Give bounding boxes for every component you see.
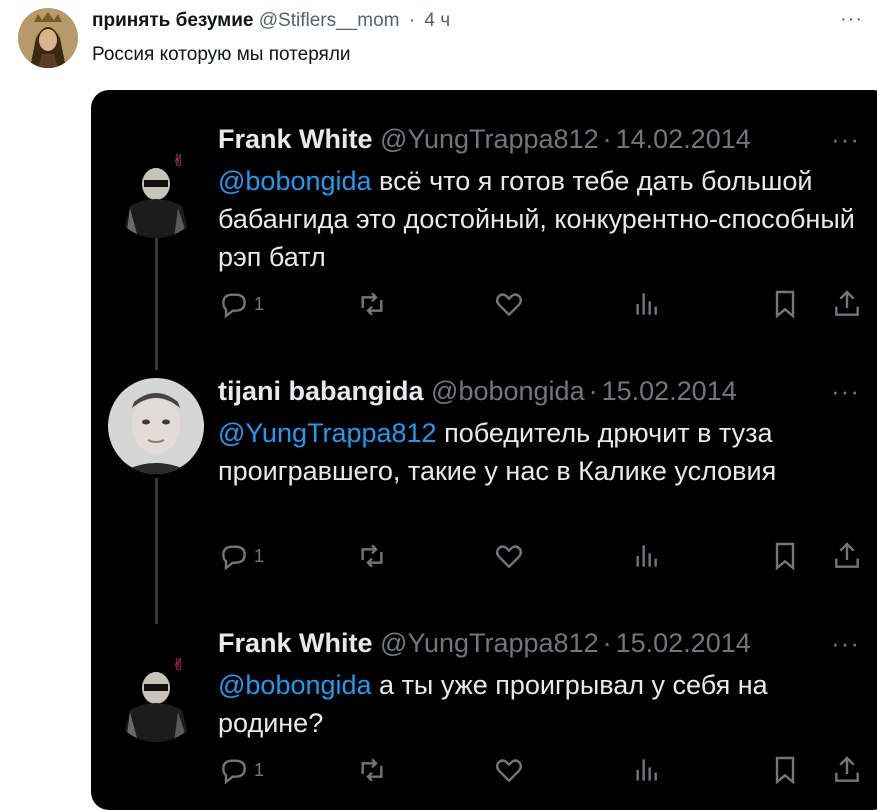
reply-button[interactable]: 1 [218, 536, 264, 576]
svg-text:✌: ✌ [172, 655, 185, 674]
tweet-meta: Frank White @YungTrappa812 · 14.02.2014 [218, 124, 751, 155]
bookmark-button[interactable] [769, 536, 801, 576]
separator: · [588, 376, 598, 406]
outer-tweet: принять безумие @Stiflers__mom · 4 ч ···… [0, 0, 877, 80]
tweet-text: @bobongida всё что я готов тебе дать бол… [218, 162, 858, 276]
author-handle[interactable]: @YungTrappa812 [380, 124, 599, 154]
author-handle[interactable]: @bobongida [431, 376, 585, 406]
views-icon [636, 759, 657, 781]
more-icon[interactable]: ··· [831, 124, 860, 155]
outer-separator: · [408, 10, 416, 31]
reply-button[interactable]: 1 [218, 750, 264, 790]
share-button[interactable] [831, 536, 863, 576]
action-bar: 1 [91, 284, 877, 324]
outer-more-icon[interactable]: ··· [840, 8, 863, 31]
outer-author-handle[interactable]: @Stiflers__mom [259, 10, 400, 31]
retweet-icon [361, 758, 383, 782]
views-button[interactable] [631, 536, 663, 576]
share-button[interactable] [831, 284, 863, 324]
retweet-button[interactable] [356, 536, 388, 576]
reply-button[interactable]: 1 [218, 284, 264, 324]
outer-tweet-text: Россия которую мы потеряли [92, 44, 351, 65]
retweet-icon [361, 292, 383, 316]
tweet-date[interactable]: 14.02.2014 [616, 124, 751, 154]
outer-timestamp[interactable]: 4 ч [424, 10, 450, 31]
action-bar: 1 [91, 750, 877, 790]
mention-link[interactable]: @bobongida [218, 670, 372, 700]
views-button[interactable] [631, 750, 663, 790]
heart-icon [495, 293, 523, 317]
share-button[interactable] [831, 750, 863, 790]
mention-link[interactable]: @YungTrappa812 [218, 418, 437, 448]
views-icon [636, 293, 657, 315]
retweet-button[interactable] [356, 284, 388, 324]
reply-icon [222, 759, 246, 785]
tweet-text: @bobongida а ты уже проигрывал у себя на… [218, 666, 858, 742]
bookmark-icon [775, 756, 795, 785]
author-name[interactable]: Frank White [218, 124, 373, 154]
mention-link[interactable]: @bobongida [218, 166, 372, 196]
author-name[interactable]: Frank White [218, 628, 373, 658]
tweet-date[interactable]: 15.02.2014 [616, 628, 751, 658]
retweet-icon [361, 544, 383, 568]
avatar[interactable]: ✌ [108, 142, 204, 238]
reply-count: 1 [254, 293, 265, 314]
reply-icon [222, 293, 246, 319]
heart-icon [495, 545, 523, 569]
action-bar: 1 [91, 536, 877, 576]
share-icon [835, 290, 859, 316]
tweet-meta: Frank White @YungTrappa812 · 15.02.2014 [218, 628, 751, 659]
like-button[interactable] [493, 750, 525, 790]
bookmark-icon [775, 290, 795, 319]
avatar[interactable] [108, 378, 204, 474]
like-button[interactable] [493, 284, 525, 324]
tweet-date[interactable]: 15.02.2014 [602, 376, 737, 406]
author-handle[interactable]: @YungTrappa812 [380, 628, 599, 658]
tweet-text: @YungTrappa812 победитель дрючит в туза … [218, 414, 858, 490]
share-icon [835, 756, 859, 782]
outer-avatar[interactable] [18, 8, 78, 68]
bookmark-button[interactable] [769, 750, 801, 790]
like-button[interactable] [493, 536, 525, 576]
more-icon[interactable]: ··· [831, 376, 860, 407]
bookmark-button[interactable] [769, 284, 801, 324]
attached-image[interactable]: ✌ Frank White @YungTrappa812 · 14.02.2014 … [91, 90, 877, 810]
tweet-meta: tijani babangida @bobongida · 15.02.2014 [218, 376, 737, 407]
views-button[interactable] [631, 284, 663, 324]
reply-count: 1 [254, 759, 265, 780]
reply-icon [222, 545, 246, 571]
views-icon [636, 545, 657, 567]
retweet-button[interactable] [356, 750, 388, 790]
separator: · [602, 124, 612, 154]
outer-meta: принять безумие @Stiflers__mom · 4 ч [92, 10, 450, 32]
author-name[interactable]: tijani babangida [218, 376, 424, 406]
outer-author-name[interactable]: принять безумие [92, 10, 253, 31]
avatar[interactable]: ✌ [108, 646, 204, 742]
svg-text:✌: ✌ [172, 151, 185, 170]
reply-count: 1 [254, 545, 265, 566]
bookmark-icon [775, 542, 795, 571]
more-icon[interactable]: ··· [831, 628, 860, 659]
share-icon [835, 542, 859, 568]
separator: · [602, 628, 612, 658]
heart-icon [495, 759, 523, 783]
